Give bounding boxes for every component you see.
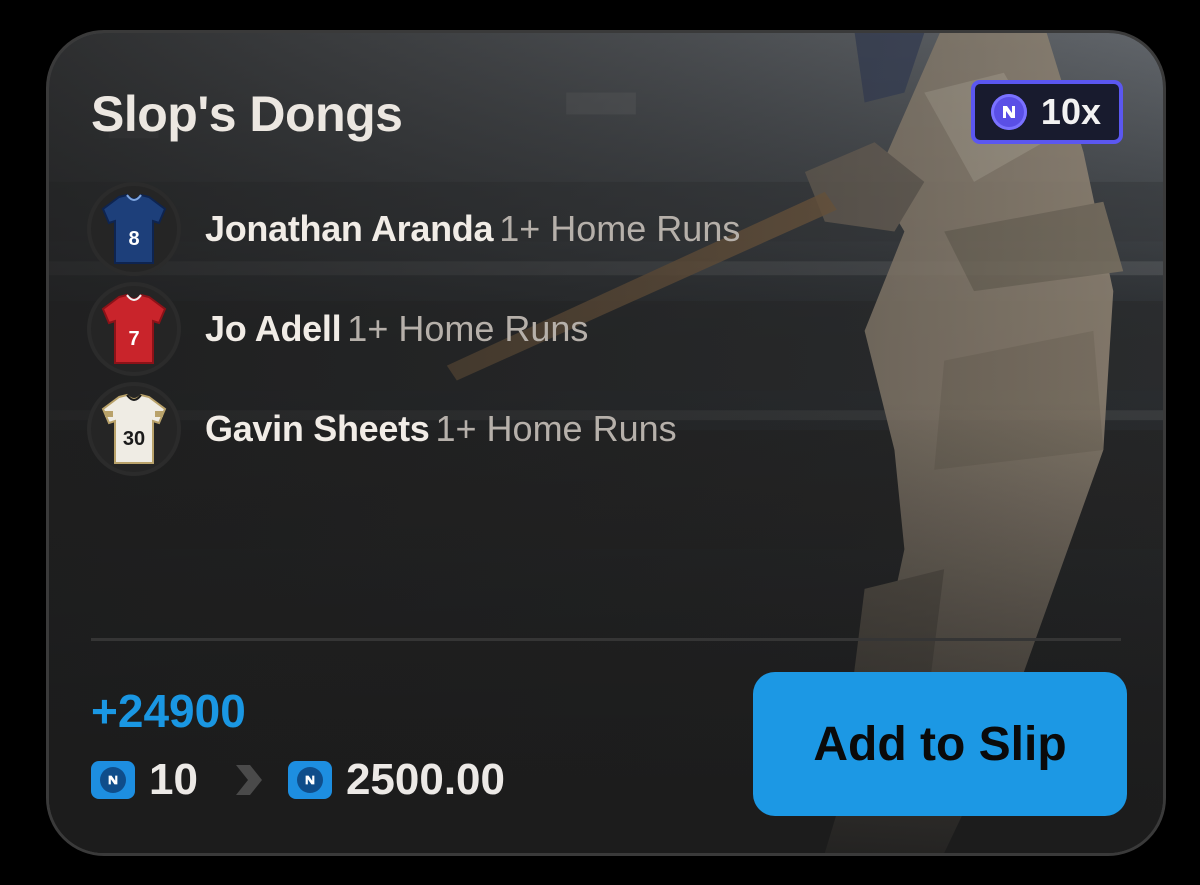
- payout-row: 10 2500.00: [91, 755, 505, 805]
- svg-text:8: 8: [128, 228, 139, 250]
- market-label: 1+ Home Runs: [499, 208, 741, 249]
- market-label: 1+ Home Runs: [435, 408, 677, 449]
- divider: [91, 638, 1121, 641]
- stake-value: 10: [149, 755, 198, 804]
- svg-text:30: 30: [123, 428, 145, 450]
- player-name: Jo Adell: [205, 308, 342, 349]
- parlay-title: Slop's Dongs: [91, 86, 403, 142]
- payout-value: 2500.00: [345, 755, 506, 804]
- leg-item[interactable]: 7 Jo Adell 1+ Home Runs: [91, 279, 740, 379]
- parlay-card: Slop's Dongs 10x 8 Jonathan Aranda 1+ Hom…: [46, 30, 1166, 856]
- player-name: Gavin Sheets: [205, 408, 430, 449]
- odds-value: +24900: [91, 685, 246, 737]
- token-icon: [287, 761, 332, 799]
- market-label: 1+ Home Runs: [347, 308, 589, 349]
- jersey-icon: 7: [91, 286, 177, 372]
- player-name: Jonathan Aranda: [205, 208, 494, 249]
- leg-list: 8 Jonathan Aranda 1+ Home Runs 7 Jo Adell…: [91, 179, 740, 479]
- token-icon: [91, 761, 135, 799]
- n-coin-icon: [990, 94, 1027, 130]
- multiplier-badge[interactable]: 10x: [970, 80, 1123, 144]
- chevron-right-icon: [232, 763, 266, 797]
- multiplier-label: 10x: [1040, 91, 1101, 132]
- jersey-icon: 8: [91, 186, 177, 272]
- leg-item[interactable]: 8 Jonathan Aranda 1+ Home Runs: [91, 179, 740, 279]
- svg-text:7: 7: [128, 328, 139, 350]
- jersey-icon: 30: [91, 386, 177, 472]
- add-to-slip-button[interactable]: Add to Slip: [753, 672, 1127, 816]
- leg-item[interactable]: 30 Gavin Sheets 1+ Home Runs: [91, 379, 740, 479]
